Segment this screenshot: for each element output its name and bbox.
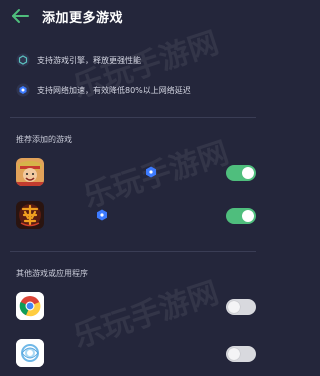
network-icon [16,83,30,97]
app-row [0,336,270,372]
app-row [0,289,270,325]
divider [10,117,256,118]
divider [10,251,256,252]
toggle-knob [228,348,240,360]
game-toggle[interactable] [226,208,256,224]
section-title-others: 其他游戏或应用程序 [16,269,88,278]
toggle-knob [242,167,254,179]
game-toggle[interactable] [226,165,256,181]
section-title-recommended: 推荐添加的游戏 [16,135,72,144]
back-arrow-icon[interactable] [10,7,30,25]
app-row [0,198,270,234]
feature-engine-text: 支持游戏引擎，释放更强性能 [37,55,141,65]
toggle-knob [228,301,240,313]
one-piece-game-icon [16,158,44,186]
accelerator-badge-icon [97,209,107,221]
chrome-icon [16,292,44,320]
header: 添加更多游戏 [0,0,270,36]
feature-network: 支持网络加速，有效降低80%以上网络延迟 [16,82,191,98]
gallery-app-icon [16,339,44,367]
feature-network-text: 支持网络加速，有效降低80%以上网络延迟 [37,85,191,95]
app-toggle[interactable] [226,299,256,315]
engine-icon [16,53,30,67]
jian-game-icon [16,201,44,229]
accelerator-badge-icon [146,166,156,178]
app-row [0,155,270,191]
app-toggle[interactable] [226,346,256,362]
toggle-knob [242,210,254,222]
feature-engine: 支持游戏引擎，释放更强性能 [16,52,141,68]
page-title: 添加更多游戏 [42,11,124,26]
